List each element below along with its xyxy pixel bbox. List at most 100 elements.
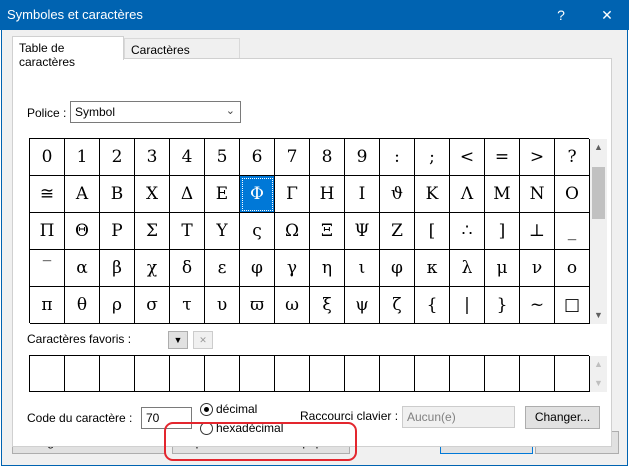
symbol-cell[interactable]: ε: [205, 250, 240, 287]
symbol-cell[interactable]: ϖ: [240, 287, 275, 324]
scroll-down-arrow-icon[interactable]: ▼: [590, 375, 607, 392]
symbol-cell[interactable]: η: [310, 250, 345, 287]
favorite-cell[interactable]: [520, 356, 555, 392]
symbol-cell[interactable]: Χ: [135, 176, 170, 213]
radio-decimal[interactable]: [200, 403, 213, 416]
symbol-cell[interactable]: ?: [555, 139, 590, 176]
favorites-dropdown-button[interactable]: ▼: [168, 331, 188, 349]
symbol-cell[interactable]: Ρ: [100, 213, 135, 250]
symbol-cell[interactable]: Β: [100, 176, 135, 213]
symbol-cell[interactable]: Ν: [520, 176, 555, 213]
symbol-cell[interactable]: β: [100, 250, 135, 287]
symbol-cell[interactable]: =: [485, 139, 520, 176]
symbol-cell[interactable]: 2: [100, 139, 135, 176]
font-select[interactable]: Symbol ⌄: [70, 101, 241, 123]
symbol-cell[interactable]: ⊥: [520, 213, 555, 250]
symbol-cell[interactable]: ~: [520, 287, 555, 324]
symbol-cell[interactable]: _: [555, 213, 590, 250]
symbol-cell[interactable]: Ι: [345, 176, 380, 213]
favorite-cell[interactable]: [555, 356, 590, 392]
symbol-cell[interactable]: |: [450, 287, 485, 324]
symbol-cell[interactable]: Μ: [485, 176, 520, 213]
symbol-cell[interactable]: κ: [415, 250, 450, 287]
symbol-cell[interactable]: π: [30, 287, 65, 324]
symbol-cell[interactable]: ο: [555, 250, 590, 287]
symbol-cell[interactable]: ω: [275, 287, 310, 324]
favorite-cell[interactable]: [30, 356, 65, 392]
symbol-cell[interactable]: Φ: [240, 176, 275, 213]
favorites-remove-button[interactable]: ✕: [193, 331, 213, 349]
symbol-cell[interactable]: Δ: [170, 176, 205, 213]
scroll-up-arrow-icon[interactable]: ▲: [590, 139, 607, 156]
favorite-cell[interactable]: [415, 356, 450, 392]
symbol-cell[interactable]: Ω: [275, 213, 310, 250]
symbol-cell[interactable]: φ: [240, 250, 275, 287]
symbol-cell[interactable]: χ: [135, 250, 170, 287]
symbol-cell[interactable]: Ψ: [345, 213, 380, 250]
favorite-cell[interactable]: [345, 356, 380, 392]
symbol-cell[interactable]: α: [65, 250, 100, 287]
scroll-thumb[interactable]: [592, 167, 605, 219]
symbol-cell[interactable]: ζ: [380, 287, 415, 324]
symbol-cell[interactable]: {: [415, 287, 450, 324]
symbol-cell[interactable]: :: [380, 139, 415, 176]
symbol-cell[interactable]: Σ: [135, 213, 170, 250]
favorite-cell[interactable]: [310, 356, 345, 392]
symbol-cell[interactable]: Ο: [555, 176, 590, 213]
favorite-cell[interactable]: [170, 356, 205, 392]
symbol-cell[interactable]: Η: [310, 176, 345, 213]
symbol-cell[interactable]: ;: [415, 139, 450, 176]
favorite-cell[interactable]: [485, 356, 520, 392]
symbol-cell[interactable]: Ε: [205, 176, 240, 213]
symbol-cell[interactable]: ς: [240, 213, 275, 250]
symbol-cell[interactable]: φ: [380, 250, 415, 287]
symbol-cell[interactable]: Ξ: [310, 213, 345, 250]
close-window-button[interactable]: ✕: [592, 4, 622, 26]
symbol-cell[interactable]: 0: [30, 139, 65, 176]
symbol-cell[interactable]: ι: [345, 250, 380, 287]
char-code-input[interactable]: 70: [141, 407, 192, 429]
tab-character-table[interactable]: Table de caractères: [12, 36, 124, 69]
symbol-cell[interactable]: ξ: [310, 287, 345, 324]
favorite-cell[interactable]: [135, 356, 170, 392]
symbol-cell[interactable]: Ζ: [380, 213, 415, 250]
symbol-cell[interactable]: 8: [310, 139, 345, 176]
symbol-cell[interactable]: [: [415, 213, 450, 250]
symbol-cell[interactable]: γ: [275, 250, 310, 287]
favorite-cell[interactable]: [65, 356, 100, 392]
symbol-cell[interactable]: ϑ: [380, 176, 415, 213]
symbol-cell[interactable]: ∴: [450, 213, 485, 250]
symbol-cell[interactable]: <: [450, 139, 485, 176]
symbol-cell[interactable]: }: [485, 287, 520, 324]
symbol-cell[interactable]: δ: [170, 250, 205, 287]
symbol-cell[interactable]: σ: [135, 287, 170, 324]
favorite-cell[interactable]: [275, 356, 310, 392]
symbol-cell[interactable]: Α: [65, 176, 100, 213]
symbol-cell[interactable]: Λ: [450, 176, 485, 213]
symbol-cell[interactable]: 5: [205, 139, 240, 176]
tab-special-characters[interactable]: Caractères spéciaux: [124, 38, 240, 71]
shortcut-input[interactable]: Aucun(e): [402, 406, 515, 428]
favorite-cell[interactable]: [205, 356, 240, 392]
symbol-grid-scrollbar[interactable]: ▲ ▼: [590, 139, 607, 324]
symbol-cell[interactable]: >: [520, 139, 555, 176]
symbol-cell[interactable]: 9: [345, 139, 380, 176]
symbol-cell[interactable]: Θ: [65, 213, 100, 250]
symbol-cell[interactable]: Γ: [275, 176, 310, 213]
favorite-cell[interactable]: [100, 356, 135, 392]
symbol-cell[interactable]: Π: [30, 213, 65, 250]
symbol-cell[interactable]: 4: [170, 139, 205, 176]
symbol-cell[interactable]: ν: [520, 250, 555, 287]
symbol-cell[interactable]: θ: [65, 287, 100, 324]
favorite-cell[interactable]: [380, 356, 415, 392]
symbol-cell[interactable]: 6: [240, 139, 275, 176]
radio-hex[interactable]: [200, 422, 213, 435]
favorite-cell[interactable]: [240, 356, 275, 392]
favorite-cell[interactable]: [450, 356, 485, 392]
symbol-cell[interactable]: ‾: [30, 250, 65, 287]
symbol-cell[interactable]: 1: [65, 139, 100, 176]
symbol-cell[interactable]: ≅: [30, 176, 65, 213]
symbol-cell[interactable]: λ: [450, 250, 485, 287]
scroll-down-arrow-icon[interactable]: ▼: [590, 307, 607, 324]
symbol-cell[interactable]: ψ: [345, 287, 380, 324]
